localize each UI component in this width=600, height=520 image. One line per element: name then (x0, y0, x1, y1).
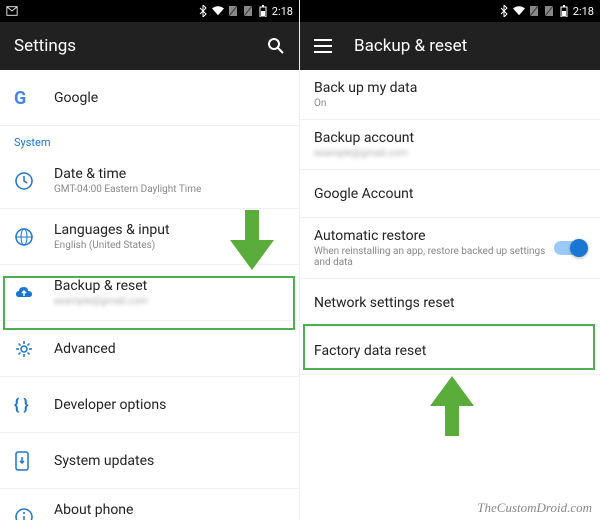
advanced-item[interactable]: Advanced (0, 321, 299, 377)
item-sub: When reinstalling an app, restore backed… (314, 246, 554, 268)
status-time: 2:18 (272, 5, 293, 18)
info-icon (14, 507, 54, 520)
item-label: Factory data reset (314, 343, 586, 359)
sim-icon (528, 5, 540, 17)
item-label: System updates (54, 453, 285, 469)
item-label: Date & time (54, 166, 285, 182)
item-sub: example@gmail.com (54, 296, 285, 307)
watermark: TheCustomDroid.com (477, 500, 592, 516)
automatic-restore-item[interactable]: Automatic restore When reinstalling an ap… (300, 218, 600, 279)
battery-icon (257, 5, 269, 17)
toolbar: Backup & reset (300, 22, 600, 70)
item-sub: GMT-04:00 Eastern Daylight Time (54, 184, 285, 195)
braces-icon: { } (14, 395, 54, 414)
phone-update-icon (14, 451, 54, 471)
item-sub: On (314, 98, 586, 109)
item-label: Google (54, 90, 285, 106)
page-title: Settings (14, 36, 245, 56)
google-item[interactable]: G Google (0, 70, 299, 126)
item-label: Languages & input (54, 222, 285, 238)
bluetooth-icon (197, 5, 209, 17)
system-updates-item[interactable]: System updates (0, 433, 299, 489)
sim2-icon (543, 5, 555, 17)
status-bar: 2:18 (0, 0, 299, 22)
backup-account-item[interactable]: Backup account example@gmail.com (300, 120, 600, 170)
network-reset-item[interactable]: Network settings reset (300, 279, 600, 327)
mail-icon (6, 5, 18, 17)
item-label: Back up my data (314, 80, 586, 96)
toolbar: Settings (0, 22, 299, 70)
backup-reset-item[interactable]: Backup & reset example@gmail.com (0, 265, 299, 321)
date-time-item[interactable]: Date & time GMT-04:00 Eastern Daylight Ti… (0, 153, 299, 209)
item-label: About phone (54, 502, 285, 518)
item-sub: example@gmail.com (314, 148, 586, 159)
svg-text:G: G (14, 88, 26, 108)
auto-restore-toggle[interactable] (554, 241, 586, 255)
google-account-item[interactable]: Google Account (300, 170, 600, 218)
clock-icon (14, 171, 54, 191)
item-label: Google Account (314, 186, 586, 202)
item-label: Developer options (54, 397, 285, 413)
status-bar: 2:18 (300, 0, 600, 22)
bluetooth-icon (498, 5, 510, 17)
search-icon[interactable] (267, 37, 285, 55)
about-phone-item[interactable]: About phoneAndroid 7.1.1 (0, 489, 299, 520)
factory-reset-item[interactable]: Factory data reset (300, 327, 600, 375)
wifi-icon (212, 5, 224, 17)
item-label: Automatic restore (314, 228, 554, 244)
page-title: Backup & reset (354, 36, 586, 56)
backup-my-data-item[interactable]: Back up my data On (300, 70, 600, 120)
battery-icon (558, 5, 570, 17)
cloud-upload-icon (14, 283, 54, 303)
sim2-icon (242, 5, 254, 17)
item-sub: English (United States) (54, 240, 285, 251)
item-label: Advanced (54, 341, 285, 357)
developer-options-item[interactable]: { } Developer options (0, 377, 299, 433)
menu-icon[interactable] (314, 39, 332, 53)
languages-item[interactable]: Languages & input English (United States) (0, 209, 299, 265)
item-label: Backup account (314, 130, 586, 146)
item-label: Backup & reset (54, 278, 285, 294)
google-icon: G (14, 88, 54, 108)
wifi-icon (513, 5, 525, 17)
globe-icon (14, 227, 54, 247)
sim-icon (227, 5, 239, 17)
backup-reset-screen: 2:18 Backup & reset Back up my data On Ba… (300, 0, 600, 520)
section-system: System (0, 126, 299, 153)
settings-screen: 2:18 Settings G Google System Date & tim… (0, 0, 300, 520)
gear-icon (14, 339, 54, 359)
status-time: 2:18 (573, 5, 594, 18)
item-label: Network settings reset (314, 295, 586, 311)
